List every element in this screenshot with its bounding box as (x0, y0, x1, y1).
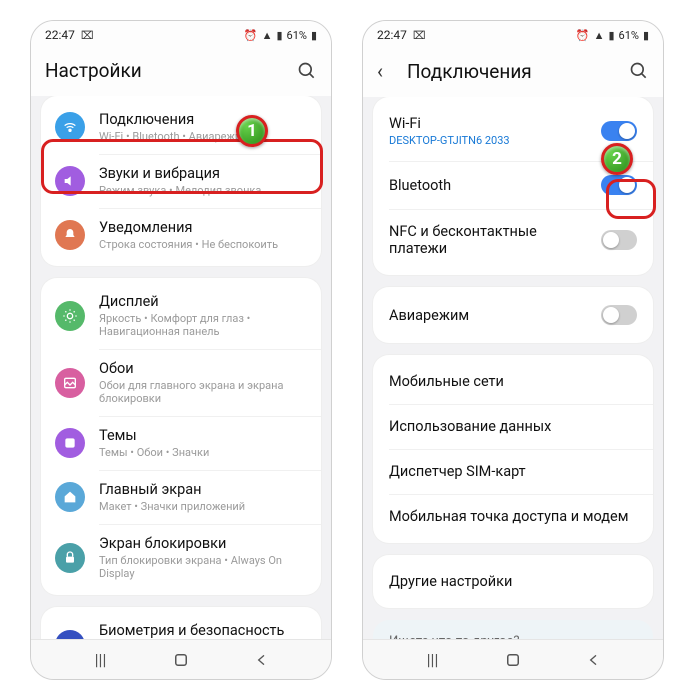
status-bar: 22:47 ⌧ ⏰ ▲ ▮ 61% ▮ (363, 21, 663, 49)
palette-icon (55, 428, 85, 458)
row-sub: Обои для главного экрана и экрана блокир… (99, 379, 307, 405)
bluetooth-toggle[interactable] (601, 175, 637, 195)
row-notifications[interactable]: Уведомления Строка состояния • Не беспок… (41, 208, 321, 262)
search-icon[interactable] (629, 61, 649, 81)
row-sub: DESKTOP-GTJITN6 2033 (389, 134, 591, 147)
wifi-icon: ▲ (262, 29, 273, 42)
row-data-usage[interactable]: Использование данных (373, 404, 653, 449)
page-title: Настройки (45, 59, 283, 82)
row-title: Дисплей (99, 293, 307, 310)
row-title: Диспетчер SIM-карт (389, 463, 637, 480)
row-home[interactable]: Главный экран Макет • Значки приложений (41, 470, 321, 524)
alarm-icon: ⏰ (244, 29, 258, 42)
row-sub: Строка состояния • Не беспокоить (99, 238, 307, 251)
row-title: Использование данных (389, 418, 637, 435)
row-sim-manager[interactable]: Диспетчер SIM-карт (373, 449, 653, 494)
lock-icon (55, 543, 85, 573)
connections-group-mobile: Мобильные сети Использование данных Дисп… (373, 355, 653, 543)
airplane-toggle[interactable] (601, 305, 637, 325)
alarm-icon: ⏰ (576, 29, 590, 42)
header: ‹ Подключения (363, 49, 663, 97)
screenshot-icon: ⌧ (413, 29, 426, 42)
row-title: Темы (99, 427, 307, 444)
row-title: Обои (99, 360, 307, 377)
row-themes[interactable]: Темы Темы • Обои • Значки (41, 416, 321, 470)
bell-icon (55, 220, 85, 250)
header: Настройки (31, 49, 331, 96)
battery-icon: ▮ (643, 29, 649, 42)
row-other-settings[interactable]: Другие настройки (373, 559, 653, 604)
image-icon (55, 368, 85, 398)
settings-group-display: Дисплей Яркость • Комфорт для глаз • Нав… (41, 278, 321, 595)
home-icon (55, 482, 85, 512)
row-title: Мобильные сети (389, 373, 637, 390)
status-battery: 61% (287, 29, 307, 42)
nav-bar: ||| (31, 639, 331, 679)
connections-group-other: Другие настройки (373, 555, 653, 608)
display-icon (55, 301, 85, 331)
wifi-toggle[interactable] (601, 121, 637, 141)
row-display[interactable]: Дисплей Яркость • Комфорт для глаз • Нав… (41, 282, 321, 349)
page-title: Подключения (407, 60, 615, 83)
sound-icon (55, 166, 85, 196)
fingerprint-icon (55, 630, 85, 640)
connections-group-wireless: Wi-Fi DESKTOP-GTJITN6 2033 Bluetooth NFC… (373, 97, 653, 275)
looking-for-card: Ищете что-то другое? Samsung Cloud Локац… (373, 620, 653, 639)
row-sub: Режим звука • Мелодия звонка (99, 184, 307, 197)
row-mobile-networks[interactable]: Мобильные сети (373, 359, 653, 404)
status-battery: 61% (619, 29, 639, 42)
row-hotspot[interactable]: Мобильная точка доступа и модем (373, 494, 653, 539)
badge-2: 2 (601, 143, 633, 175)
back-button[interactable]: ‹ (377, 59, 393, 83)
battery-icon: ▮ (311, 29, 317, 42)
row-title: Подключения (99, 111, 307, 128)
row-title: Мобильная точка доступа и модем (389, 508, 637, 525)
row-title: NFC и бесконтактные платежи (389, 223, 591, 257)
row-sub: Wi-Fi • Bluetooth • Авиарежим (99, 130, 307, 143)
row-nfc[interactable]: NFC и бесконтактные платежи (373, 209, 653, 271)
status-bar: 22:47 ⌧ ⏰ ▲ ▮ 61% ▮ (31, 21, 331, 49)
row-sounds[interactable]: Звуки и вибрация Режим звука • Мелодия з… (41, 154, 321, 208)
row-sub: Яркость • Комфорт для глаз • Навигационн… (99, 312, 307, 338)
row-sub: Макет • Значки приложений (99, 500, 307, 513)
row-title: Экран блокировки (99, 535, 307, 552)
row-title: Авиарежим (389, 307, 591, 324)
nav-recent[interactable]: ||| (422, 649, 444, 671)
nav-back[interactable] (251, 649, 273, 671)
settings-group-security: Биометрия и безопасность Распознавание л… (41, 607, 321, 639)
signal-icon: ▮ (276, 29, 282, 42)
screenshot-icon: ⌧ (81, 29, 94, 42)
nfc-toggle[interactable] (601, 230, 637, 250)
badge-1: 1 (236, 115, 268, 147)
nav-recent[interactable]: ||| (90, 649, 112, 671)
row-sub: Темы • Обои • Значки (99, 446, 307, 459)
row-connections[interactable]: Подключения Wi-Fi • Bluetooth • Авиарежи… (41, 100, 321, 154)
row-wallpaper[interactable]: Обои Обои для главного экрана и экрана б… (41, 349, 321, 416)
row-title: Wi-Fi (389, 115, 591, 132)
row-title: Биометрия и безопасность (99, 622, 307, 639)
nav-bar: ||| (363, 639, 663, 679)
row-biometrics[interactable]: Биометрия и безопасность Распознавание л… (41, 611, 321, 639)
nav-home[interactable] (170, 649, 192, 671)
row-title: Главный экран (99, 481, 307, 498)
wifi-icon (55, 112, 85, 142)
row-lockscreen[interactable]: Экран блокировки Тип блокировки экрана •… (41, 524, 321, 591)
status-time: 22:47 (377, 28, 407, 42)
connections-group-airplane: Авиарежим (373, 287, 653, 343)
search-icon[interactable] (297, 61, 317, 81)
phone-connections: 22:47 ⌧ ⏰ ▲ ▮ 61% ▮ ‹ Подключения Wi-Fi … (362, 20, 664, 680)
signal-icon: ▮ (608, 29, 614, 42)
row-title: Другие настройки (389, 573, 637, 590)
row-title: Уведомления (99, 219, 307, 236)
status-time: 22:47 (45, 28, 75, 42)
settings-group-connectivity: Подключения Wi-Fi • Bluetooth • Авиарежи… (41, 96, 321, 266)
row-sub: Тип блокировки экрана • Always On Displa… (99, 554, 307, 580)
row-title: Bluetooth (389, 177, 591, 194)
wifi-icon: ▲ (594, 29, 605, 42)
row-title: Звуки и вибрация (99, 165, 307, 182)
row-airplane[interactable]: Авиарежим (373, 291, 653, 339)
phone-settings: 22:47 ⌧ ⏰ ▲ ▮ 61% ▮ Настройки Подключени… (30, 20, 332, 680)
nav-back[interactable] (583, 649, 605, 671)
nav-home[interactable] (502, 649, 524, 671)
